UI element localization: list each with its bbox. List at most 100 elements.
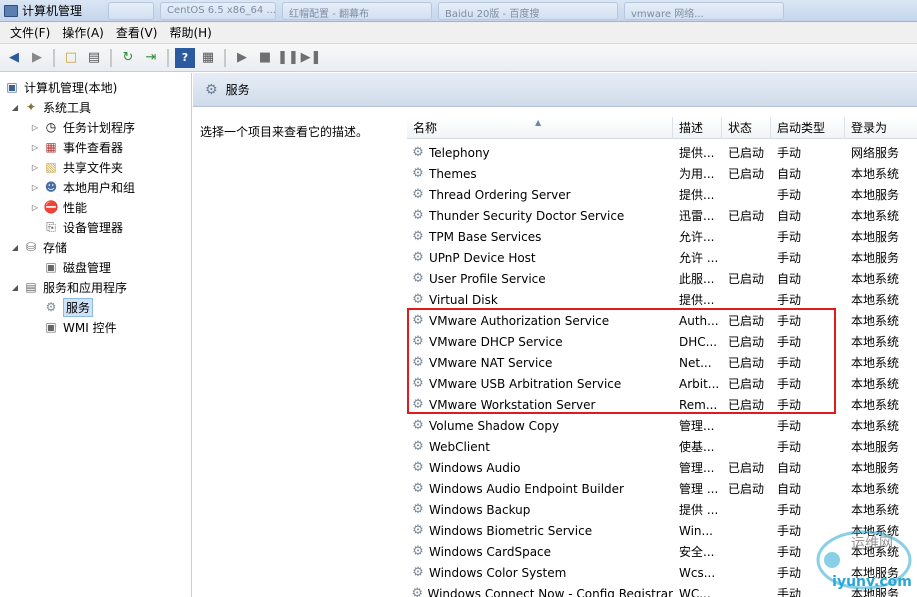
service-desc-cell: 提供 ...: [679, 503, 719, 517]
menu-help[interactable]: 帮助(H): [163, 22, 217, 44]
expand-arrow-icon[interactable]: ▷: [30, 163, 40, 172]
table-row[interactable]: ⚙ UPnP Device Host 允许 ... 手动 本地服务: [407, 247, 917, 268]
watermark-logo: 运维网 iyunv.com: [816, 530, 912, 590]
toolbar-separator: [53, 48, 55, 67]
description-text: 选择一个项目来查看它的描述。: [200, 125, 369, 139]
stop-icon[interactable]: ■: [255, 48, 275, 68]
table-row[interactable]: ⚙ Thunder Security Doctor Service 迅雷... 已启动…: [407, 205, 917, 226]
column-header-startup-type[interactable]: 启动类型: [771, 117, 845, 139]
tree-item-services[interactable]: ⚙ 服务: [43, 297, 94, 317]
table-row[interactable]: ⚙ Windows Backup 提供 ... 手动 本地系统: [407, 499, 917, 520]
refresh-icon[interactable]: ↻: [118, 48, 138, 68]
gear-icon: ⚙: [412, 250, 424, 265]
gear-icon: ⚙: [412, 187, 424, 202]
tree-item-shared-folders[interactable]: ▷ ▧ 共享文件夹: [30, 157, 123, 177]
service-desc-cell: 提供...: [679, 188, 715, 202]
gear-icon: ⚙: [412, 166, 424, 181]
table-row[interactable]: ⚙ Thread Ordering Server 提供... 手动 本地服务: [407, 184, 917, 205]
watermark-brand: 运维网: [851, 536, 893, 552]
tree-item-wmi[interactable]: ▣ WMI 控件: [43, 317, 116, 337]
show-tree-icon[interactable]: ▤: [84, 48, 104, 68]
table-row[interactable]: ⚙ Windows Audio Endpoint Builder 管理 ... 已启动…: [407, 478, 917, 499]
service-logon-cell: 本地系统: [851, 167, 900, 181]
service-status-cell: 已启动: [728, 167, 765, 181]
service-start-cell: 手动: [777, 440, 802, 454]
service-desc-cell: 提供...: [679, 146, 715, 160]
service-name: Windows CardSpace: [429, 544, 552, 559]
service-name-cell: ⚙ Windows CardSpace: [407, 545, 673, 559]
background-tab[interactable]: 红帽配置 - 翻幕布: [282, 1, 433, 20]
service-name-cell: ⚙ Volume Shadow Copy: [407, 419, 673, 433]
table-row[interactable]: ⚙ TPM Base Services 允许... 手动 本地服务: [407, 226, 917, 247]
table-row[interactable]: ⚙ Telephony 提供... 已启动 手动 网络服务: [407, 142, 917, 163]
shared-folder-icon: ▧: [45, 160, 57, 174]
forward-icon[interactable]: ▶: [27, 48, 47, 68]
service-name-cell: ⚙ Windows Connect Now - Config Registrar: [407, 587, 673, 597]
restart-icon[interactable]: ▶❚: [301, 48, 322, 68]
tree-item-system-tools[interactable]: ◢ ✦ 系统工具: [10, 97, 91, 117]
background-tab[interactable]: CentOS 6.5 x86_64 ...: [160, 1, 277, 20]
expand-arrow-icon[interactable]: ▷: [30, 123, 40, 132]
service-logon-cell: 本地系统: [851, 293, 900, 307]
service-start-cell: 手动: [777, 419, 802, 433]
properties-icon[interactable]: ▦: [198, 48, 218, 68]
collapse-arrow-icon[interactable]: ◢: [10, 243, 20, 252]
column-header-logon[interactable]: 登录为: [845, 117, 917, 139]
background-tab[interactable]: vmware 网络...: [624, 1, 785, 20]
service-name-cell: ⚙ Windows Color System: [407, 566, 673, 580]
service-logon-cell: 本地服务: [851, 461, 900, 475]
tree-item-services-apps[interactable]: ◢ ▤ 服务和应用程序: [10, 277, 127, 297]
table-row[interactable]: ⚙ Themes 为用... 已启动 自动 本地系统: [407, 163, 917, 184]
tree-item-disk-management[interactable]: ▣ 磁盘管理: [43, 257, 111, 277]
performance-icon: ⛔: [43, 200, 59, 214]
export-icon[interactable]: ⇥: [141, 48, 161, 68]
column-header-description[interactable]: 描述: [673, 117, 722, 139]
navigation-tree: ▣ 计算机管理(本地) ◢ ✦ 系统工具 ▷ ◷ 任务计划程序 ▷ ▦ 事件查看…: [0, 73, 192, 597]
gear-icon: ⚙: [412, 208, 424, 223]
pane-header: ⚙ 服务: [193, 73, 917, 107]
back-icon[interactable]: ◀: [4, 48, 24, 68]
toolbar: ◀ ▶ □ ▤ ↻ ⇥ ? ▦ ▶ ■ ❚❚ ▶❚: [0, 44, 917, 72]
menu-file[interactable]: 文件(F): [4, 22, 56, 44]
table-row[interactable]: ⚙ User Profile Service 此服... 已启动 自动 本地系统: [407, 268, 917, 289]
collapse-arrow-icon[interactable]: ◢: [10, 283, 20, 292]
gear-icon: ⚙: [412, 439, 424, 454]
expand-arrow-icon[interactable]: ▷: [30, 203, 40, 212]
menu-action[interactable]: 操作(A): [56, 22, 110, 44]
tree-item-storage[interactable]: ◢ ⛁ 存储: [10, 237, 67, 257]
play-icon[interactable]: ▶: [232, 48, 252, 68]
service-name-cell: ⚙ Themes: [407, 167, 673, 181]
table-row[interactable]: ⚙ Windows Audio 管理... 已启动 自动 本地服务: [407, 457, 917, 478]
expand-arrow-icon[interactable]: ▷: [30, 183, 40, 192]
up-folder-icon[interactable]: □: [61, 48, 81, 68]
tree-item-performance[interactable]: ▷ ⛔ 性能: [30, 197, 87, 217]
menu-view[interactable]: 查看(V): [110, 22, 164, 44]
watermark-dot: [824, 552, 840, 568]
tree-root[interactable]: ▣ 计算机管理(本地): [4, 77, 117, 97]
tree-item-task-scheduler[interactable]: ▷ ◷ 任务计划程序: [30, 117, 135, 137]
pause-icon[interactable]: ❚❚: [277, 48, 299, 68]
background-tab[interactable]: Baidu 20版 - 百度搜: [438, 1, 619, 20]
service-logon-cell: 本地服务: [851, 440, 900, 454]
tree-item-device-manager[interactable]: ⎘ 设备管理器: [43, 217, 123, 237]
tree-item-local-users[interactable]: ▷ ☻ 本地用户和组: [30, 177, 135, 197]
gear-icon: ⚙: [412, 418, 424, 433]
service-logon-cell: 网络服务: [851, 146, 900, 160]
service-logon-cell: 本地系统: [851, 377, 900, 391]
table-row[interactable]: ⚙ Virtual Disk 提供... 手动 本地系统: [407, 289, 917, 310]
service-name: UPnP Device Host: [429, 250, 536, 265]
tree-item-event-viewer[interactable]: ▷ ▦ 事件查看器: [30, 137, 123, 157]
table-row[interactable]: ⚙ WebClient 使基... 手动 本地服务: [407, 436, 917, 457]
column-header-status[interactable]: 状态: [722, 117, 771, 139]
help-icon[interactable]: ?: [175, 47, 195, 68]
computer-icon: ▣: [6, 80, 18, 94]
expand-arrow-icon[interactable]: ▷: [30, 143, 40, 152]
watermark-url: iyunv.com: [832, 574, 912, 590]
service-logon-cell: 本地系统: [851, 209, 900, 223]
background-tab[interactable]: [108, 1, 155, 20]
service-start-cell: 手动: [777, 230, 802, 244]
service-start-cell: 自动: [777, 482, 802, 496]
table-row[interactable]: ⚙ Volume Shadow Copy 管理... 手动 本地系统: [407, 415, 917, 436]
collapse-arrow-icon[interactable]: ◢: [10, 103, 20, 112]
service-desc-cell: 管理...: [679, 461, 715, 475]
